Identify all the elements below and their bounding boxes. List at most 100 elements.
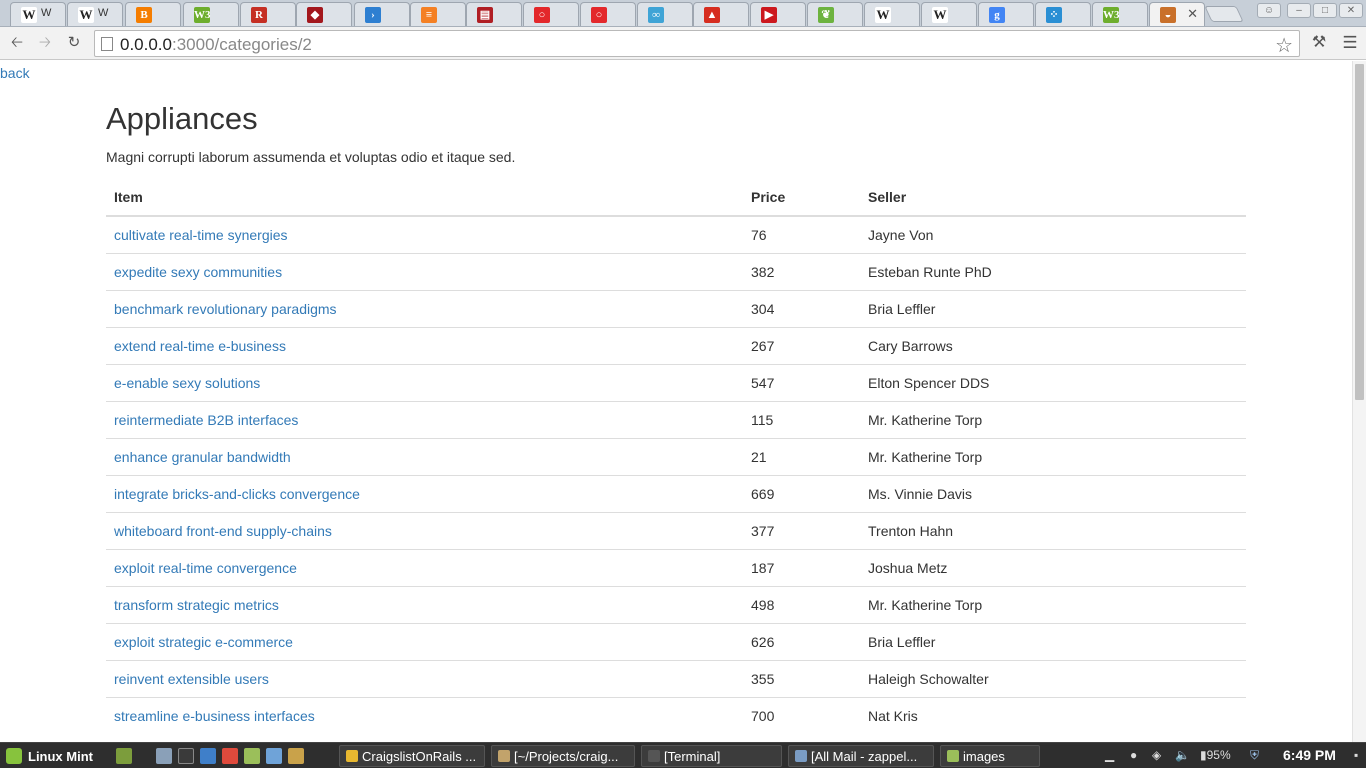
taskbar-window-button[interactable]: [~/Projects/craig... [491,745,635,767]
taskbar-window-label: images [963,749,1005,764]
network-tray-icon[interactable]: ◈ [1152,748,1161,762]
browser-tab[interactable]: ≡ [410,2,466,26]
price-cell: 626 [743,622,860,660]
browser-tab[interactable]: ⁘ [1035,2,1091,26]
item-link[interactable]: benchmark revolutionary paradigms [114,301,337,317]
table-row: benchmark revolutionary paradigms 304 Bria… [106,289,1246,327]
package-launcher-icon[interactable] [266,748,282,764]
terminal-icon [648,750,660,762]
browser-tab[interactable]: W3 [183,2,239,26]
page-icon [101,37,113,51]
browser-tab[interactable]: ∞ [637,2,693,26]
table-row: reintermediate B2B interfaces 115 Mr. Kath… [106,400,1246,438]
browser-tab[interactable]: ❦ [807,2,863,26]
taskbar-window-button[interactable]: [All Mail - zappel... [788,745,934,767]
browser-tab[interactable]: ▶ [750,2,806,26]
item-link[interactable]: streamline e-business interfaces [114,708,315,724]
arrow-icon: › [365,7,381,23]
terminal-launcher-icon[interactable] [178,748,194,764]
browser-tab[interactable]: ○ [523,2,579,26]
table-row: exploit strategic e-commerce 626 Bria Leff… [106,622,1246,660]
item-cell: cultivate real-time synergies [106,215,743,253]
wikipedia-icon: W [21,7,37,23]
browser-tab[interactable]: ◒ ✕ [1149,2,1205,26]
forward-arrow-icon[interactable]: 🡢 [35,33,55,53]
shield-tray-icon[interactable]: ⛨ [1250,748,1259,763]
table-row: reinvent extensible users 355 Haleigh Scho… [106,659,1246,697]
seller-cell: Jayne Von [860,215,1246,253]
start-menu-button[interactable]: Linux Mint [0,743,99,769]
item-link[interactable]: enhance granular bandwidth [114,449,291,465]
item-link[interactable]: cultivate real-time synergies [114,227,288,243]
new-tab-button[interactable] [1204,6,1244,22]
chrome-launcher-icon[interactable] [222,748,238,764]
editor-launcher-icon[interactable] [288,748,304,764]
close-window-button[interactable]: ✕ [1339,3,1363,18]
item-cell: exploit strategic e-commerce [106,622,743,660]
battery-tray[interactable]: ▮95% [1200,748,1231,762]
browser-tab[interactable]: W3 [1092,2,1148,26]
profile-button[interactable]: ☺ [1257,3,1281,18]
browser-tab-strip: W W W W B W3 R ◆ › ≡ ▤ ○ ○ ∞ ▲ ▶ ❦ W Wg ⁘ W3 ◒ ✕ ☺ – □ ✕ [0,0,1366,27]
wikipedia-icon: W [78,7,94,23]
taskbar-window-label: [All Mail - zappel... [811,749,918,764]
browser-tab[interactable]: R [240,2,296,26]
item-link[interactable]: extend real-time e-business [114,338,286,354]
scrollbar-thumb[interactable] [1355,64,1364,400]
back-arrow-icon[interactable]: 🡠 [7,33,27,53]
vertical-scrollbar[interactable] [1352,61,1366,742]
address-bar[interactable]: 0.0.0.0:3000/categories/2 ☆ [94,30,1300,57]
item-link[interactable]: whiteboard front-end supply-chains [114,523,332,539]
browser-tab[interactable]: WW [67,2,123,26]
browser-launcher-icon[interactable] [200,748,216,764]
folder-launcher-icon[interactable] [244,748,260,764]
item-link[interactable]: transform strategic metrics [114,597,279,613]
file-manager-launcher-icon[interactable] [156,748,172,764]
item-link[interactable]: exploit real-time convergence [114,560,297,576]
show-desktop-icon[interactable] [116,748,132,764]
price-cell: 115 [743,400,860,438]
taskbar-window-button[interactable]: [Terminal] [641,745,782,767]
item-link[interactable]: expedite sexy communities [114,264,282,280]
browser-tab[interactable]: ○ [580,2,636,26]
menu-icon[interactable]: ☰ [1340,33,1360,53]
table-row: expedite sexy communities 382 Esteban Runt… [106,252,1246,290]
browser-tab[interactable]: W [864,2,920,26]
seller-cell: Cary Barrows [860,326,1246,364]
item-link[interactable]: reinvent extensible users [114,671,269,687]
browser-tab[interactable]: B [125,2,181,26]
oracle-icon: ○ [591,7,607,23]
url-text[interactable]: 0.0.0.0:3000/categories/2 [120,35,312,55]
notifications-tray-icon[interactable]: ▪ [1354,748,1358,762]
youtube-icon: ▶ [761,7,777,23]
extension-wrench-icon[interactable]: ⚒ [1309,33,1329,53]
browser-tab[interactable]: WW [10,2,66,26]
maximize-button[interactable]: □ [1313,3,1337,18]
browser-tab[interactable]: W [921,2,977,26]
price-cell: 700 [743,696,860,734]
browser-tab[interactable]: ▲ [693,2,749,26]
user-tray-icon[interactable]: ● [1130,748,1137,762]
reload-icon[interactable]: ↻ [64,33,84,53]
minimize-button[interactable]: – [1287,3,1311,18]
item-link[interactable]: e-enable sexy solutions [114,375,260,391]
page-container: Appliances Magni corrupti laborum assume… [106,101,1246,734]
category-description: Magni corrupti laborum assumenda et volu… [106,149,516,165]
url-host: 0.0.0.0 [120,35,172,54]
browser-tab[interactable]: ▤ [466,2,522,26]
taskbar-window-button[interactable]: images [940,745,1040,767]
browser-tab[interactable]: ◆ [296,2,352,26]
seller-cell: Mr. Katherine Torp [860,585,1246,623]
volume-tray-icon[interactable]: 🔈 [1175,748,1190,762]
item-link[interactable]: reintermediate B2B interfaces [114,412,298,428]
browser-tab[interactable]: g [978,2,1034,26]
back-link[interactable]: back [0,65,30,81]
browser-tab[interactable]: › [354,2,410,26]
taskbar-window-button[interactable]: CraigslistOnRails ... [339,745,485,767]
keyboard-tray-icon[interactable]: ▁ [1105,748,1114,762]
clock[interactable]: 6:49 PM [1283,747,1336,763]
bookmark-star-icon[interactable]: ☆ [1275,33,1293,58]
item-link[interactable]: exploit strategic e-commerce [114,634,293,650]
item-link[interactable]: integrate bricks-and-clicks convergence [114,486,360,502]
close-tab-icon[interactable]: ✕ [1187,6,1198,22]
